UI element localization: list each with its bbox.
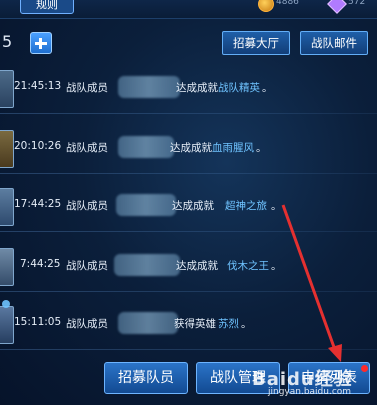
watermark-url: jingyan.baidu.com [268,387,352,397]
red-arrow-icon [281,204,342,362]
